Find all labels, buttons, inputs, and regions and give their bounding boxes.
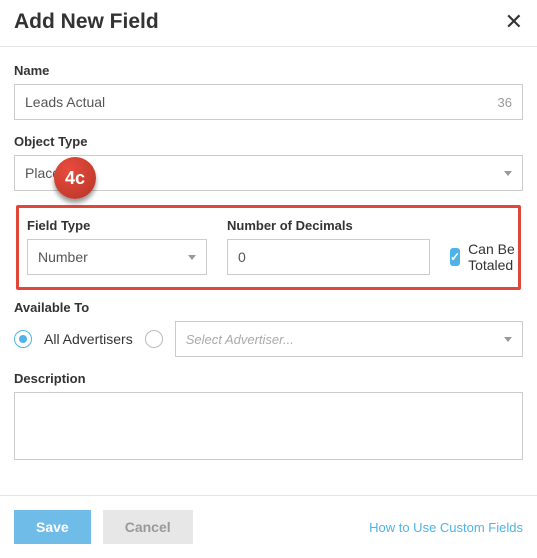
can-be-totaled-label: Can Be Totaled: [468, 241, 521, 273]
name-char-count: 36: [498, 95, 512, 110]
specific-advertiser-radio[interactable]: [145, 330, 163, 348]
name-label: Name: [14, 63, 523, 78]
field-type-label: Field Type: [27, 218, 207, 233]
advertiser-select[interactable]: Select Advertiser...: [175, 321, 523, 357]
object-type-label: Object Type: [14, 134, 523, 149]
advertiser-placeholder: Select Advertiser...: [186, 332, 294, 347]
name-input[interactable]: [25, 94, 498, 110]
description-label: Description: [14, 371, 523, 386]
highlighted-section: Field Type Number Number of Decimals ✓ C…: [16, 205, 521, 290]
name-input-wrapper[interactable]: 36: [14, 84, 523, 120]
annotation-badge: 4c: [54, 157, 96, 199]
chevron-down-icon: [504, 171, 512, 176]
help-link[interactable]: How to Use Custom Fields: [369, 520, 523, 535]
chevron-down-icon: [504, 337, 512, 342]
field-type-value: Number: [38, 249, 88, 265]
check-icon: ✓: [450, 250, 460, 264]
dialog-title: Add New Field: [14, 10, 159, 34]
chevron-down-icon: [188, 255, 196, 260]
field-type-select[interactable]: Number: [27, 239, 207, 275]
close-icon[interactable]: ✕: [505, 11, 523, 33]
can-be-totaled-checkbox[interactable]: ✓: [450, 248, 460, 266]
save-button[interactable]: Save: [14, 510, 91, 544]
all-advertisers-radio[interactable]: [14, 330, 32, 348]
decimals-input[interactable]: [238, 249, 419, 265]
decimals-label: Number of Decimals: [227, 218, 430, 233]
decimals-input-wrapper[interactable]: [227, 239, 430, 275]
cancel-button[interactable]: Cancel: [103, 510, 193, 544]
description-textarea[interactable]: [14, 392, 523, 460]
available-to-label: Available To: [14, 300, 523, 315]
all-advertisers-label: All Advertisers: [44, 331, 133, 347]
